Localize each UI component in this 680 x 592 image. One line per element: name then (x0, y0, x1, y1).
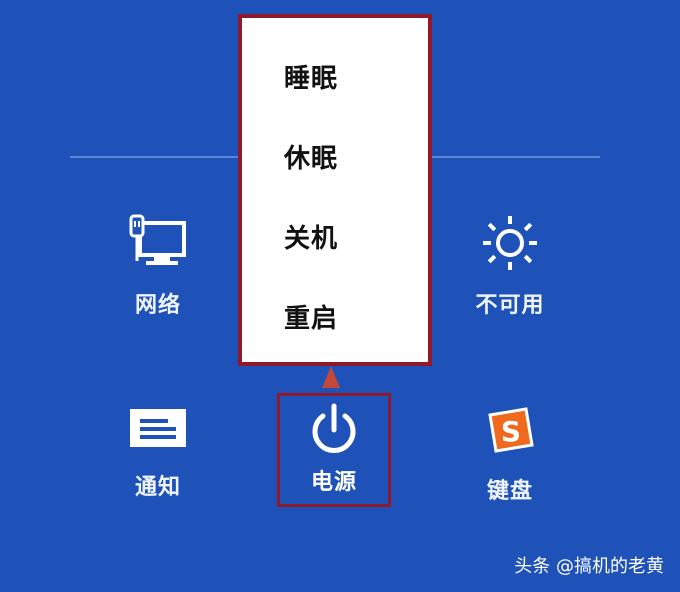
notifications-icon (130, 409, 186, 447)
network-tile[interactable]: 网络 (98, 213, 218, 319)
brightness-icon (483, 216, 537, 270)
network-label: 网络 (134, 293, 181, 318)
network-icon (129, 214, 186, 265)
power-label: 电源 (310, 470, 357, 495)
menu-item-sleep[interactable]: 睡眠 (284, 58, 338, 95)
keyboard-tile[interactable]: S 键盘 (450, 405, 570, 505)
menu-item-hibernate[interactable]: 休眠 (284, 138, 338, 175)
notifications-label: 通知 (134, 475, 181, 500)
unavailable-label: 不可用 (475, 293, 545, 318)
watermark: 头条 @搞机的老黄 (514, 556, 664, 577)
keyboard-label: 键盘 (486, 479, 533, 504)
notifications-tile[interactable]: 通知 (98, 405, 218, 501)
menu-item-restart[interactable]: 重启 (284, 298, 338, 335)
power-menu: 睡眠 休眠 关机 重启 (238, 14, 432, 366)
power-icon (312, 403, 356, 453)
svg-text:S: S (501, 415, 521, 448)
brightness-tile[interactable]: 不可用 (450, 213, 570, 319)
menu-item-shutdown[interactable]: 关机 (284, 218, 338, 255)
keyboard-icon: S (488, 407, 534, 453)
menu-pointer (322, 366, 340, 388)
power-tile[interactable]: 电源 (277, 393, 391, 507)
